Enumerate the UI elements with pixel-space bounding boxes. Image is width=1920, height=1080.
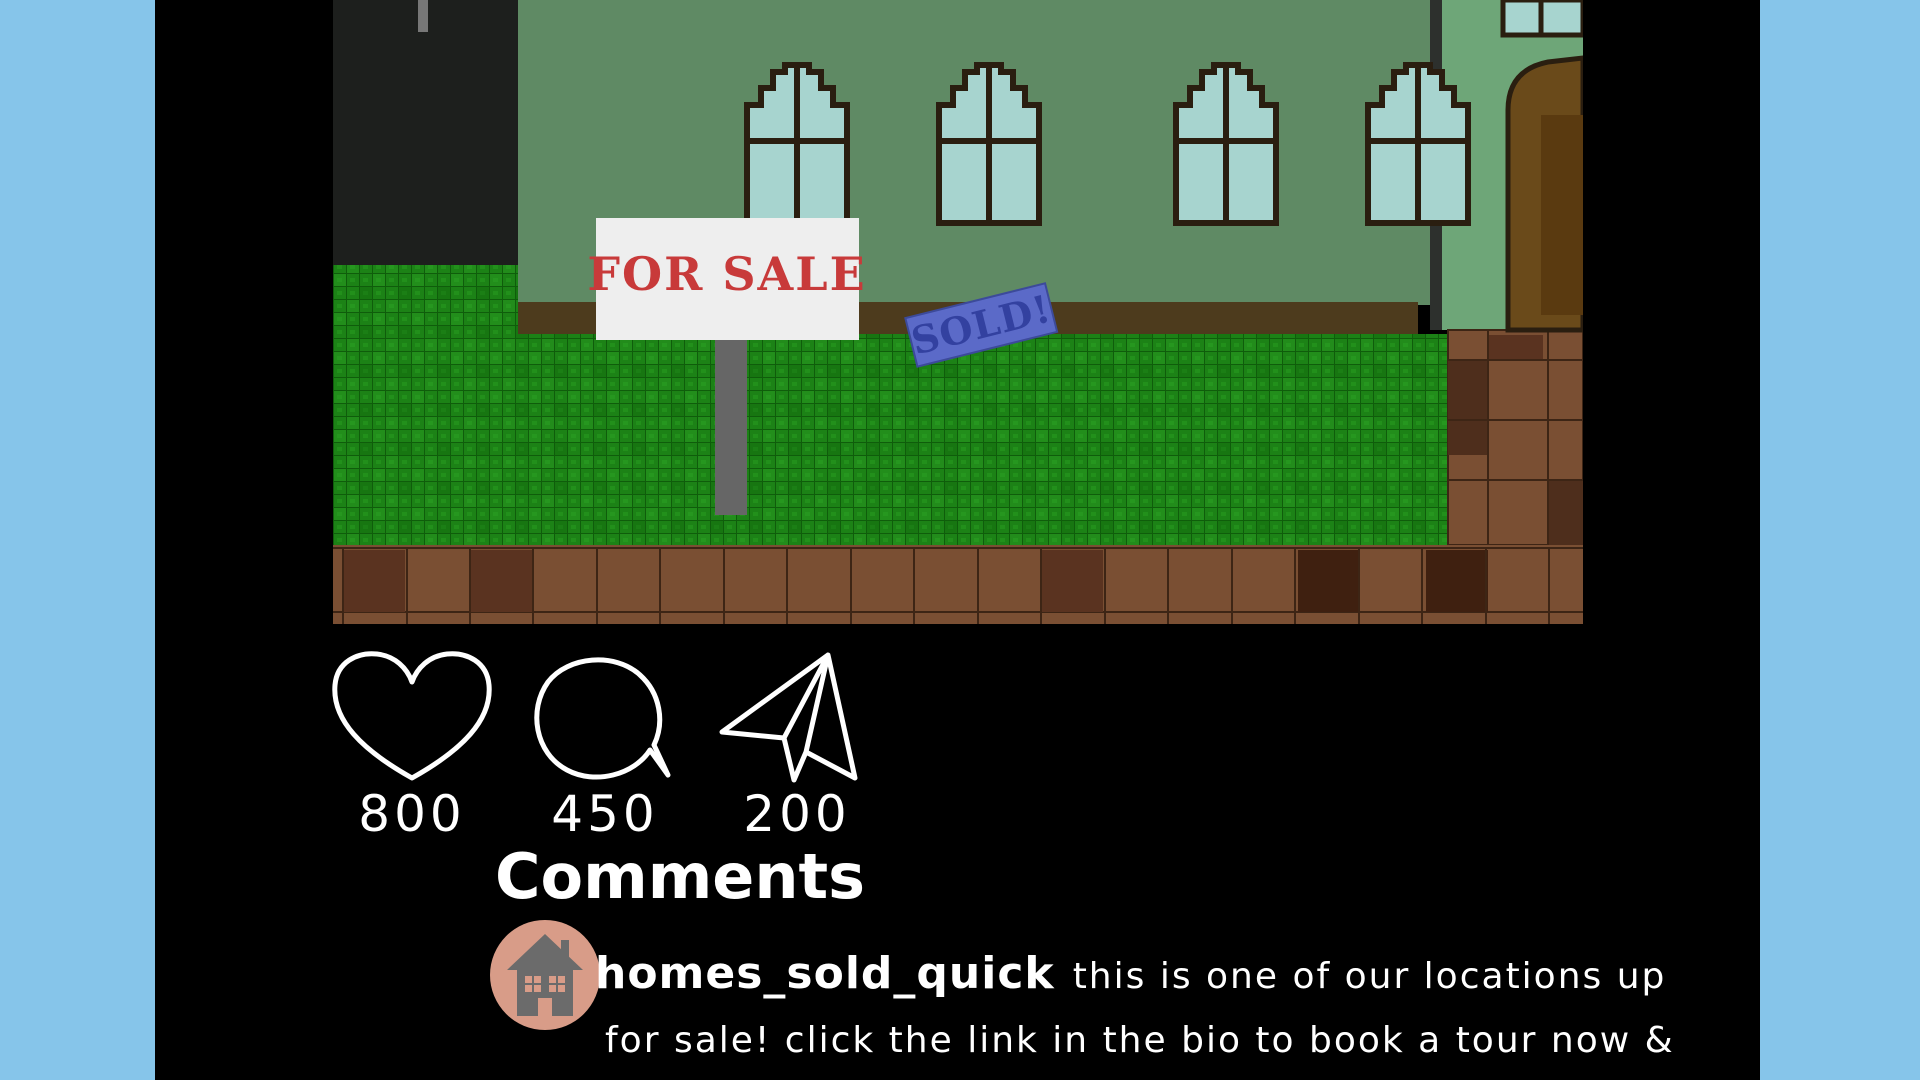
window	[1365, 62, 1471, 226]
window	[1173, 62, 1279, 226]
like-count: 800	[358, 785, 466, 843]
window	[744, 62, 850, 226]
avatar[interactable]	[490, 920, 600, 1030]
window	[936, 62, 1042, 226]
comment-username[interactable]: homes_sold_quick	[595, 948, 1055, 999]
paper-plane-icon[interactable]	[712, 650, 882, 790]
like-action[interactable]: 800	[327, 650, 497, 843]
for-sale-sign-text: FOR SALE	[587, 247, 866, 301]
heart-icon[interactable]	[327, 650, 497, 785]
phone-frame: FOR SALE SOLD! 800 450 200 Comments home…	[155, 0, 1760, 1080]
share-action[interactable]: 200	[712, 650, 882, 843]
post-image[interactable]: FOR SALE SOLD!	[333, 0, 1583, 624]
comment-count: 450	[551, 785, 659, 843]
comments-heading: Comments	[495, 840, 866, 913]
comment-action[interactable]: 450	[520, 650, 690, 843]
share-count: 200	[743, 785, 851, 843]
comment-bubble-icon[interactable]	[520, 650, 690, 785]
house-icon	[507, 934, 583, 1016]
